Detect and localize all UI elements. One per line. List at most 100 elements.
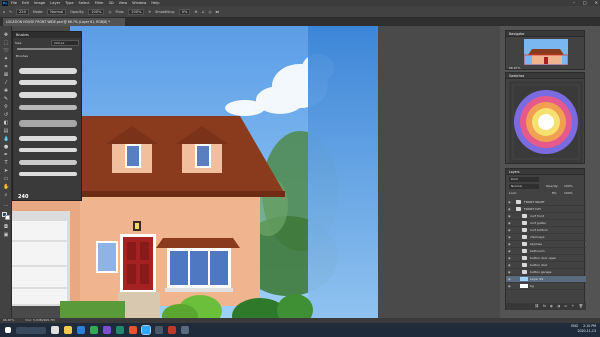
adjustment-layer-icon[interactable]: ◑ (557, 303, 560, 310)
visibility-eye-icon[interactable]: ◉ (508, 270, 512, 274)
layer-row[interactable]: ◉ button door open (506, 255, 586, 262)
brush-tool-icon[interactable]: ✎ (3, 96, 9, 102)
brush-preset-7[interactable] (19, 148, 77, 152)
quick-select-tool-icon[interactable]: ✦ (3, 56, 9, 62)
layer-row[interactable]: ◉ skylines (506, 241, 586, 248)
mode-select[interactable]: Normal (47, 8, 67, 15)
link-layers-icon[interactable]: ⛓ (535, 303, 539, 310)
layer-row[interactable]: ◉ button door (506, 262, 586, 269)
layer-row[interactable]: ◉ bg (506, 283, 586, 290)
brush-group-label[interactable]: Brushes (16, 54, 28, 58)
task-view-icon[interactable] (51, 326, 59, 334)
visibility-eye-icon[interactable]: ◉ (508, 200, 512, 204)
visibility-eye-icon[interactable]: ◉ (508, 256, 512, 260)
layer-row[interactable]: ◉ roof gutter (506, 220, 586, 227)
blend-mode-select[interactable]: Normal (509, 184, 539, 189)
menu-help[interactable]: Help (151, 1, 159, 5)
navigator-thumbnail[interactable] (524, 39, 568, 65)
brush-preset-5[interactable] (19, 120, 77, 127)
menu-edit[interactable]: Edit (22, 1, 29, 5)
add-mask-icon[interactable]: ◐ (550, 303, 553, 310)
brush-preset-2[interactable] (19, 80, 77, 85)
menu-image[interactable]: Image (34, 1, 45, 5)
blur-tool-icon[interactable]: 💧 (3, 136, 9, 142)
search-box[interactable] (16, 326, 46, 334)
pen-tool-icon[interactable]: ✒ (3, 152, 9, 158)
home-icon[interactable]: ⌂ (3, 10, 5, 14)
language-indicator[interactable]: ENG (571, 324, 578, 328)
airbrush-icon[interactable]: ✈ (148, 10, 151, 14)
chrome-icon[interactable] (90, 326, 98, 334)
type-tool-icon[interactable]: T (3, 160, 9, 166)
eyedropper-tool-icon[interactable]: ⁄ (3, 80, 9, 86)
brush-size-slider[interactable] (17, 48, 72, 50)
edge-icon[interactable] (77, 326, 85, 334)
smoothing-field[interactable]: 0% (178, 8, 191, 15)
layer-row[interactable]: ◉ button garage (506, 269, 586, 276)
brush-tool-icon[interactable]: ✎ (9, 10, 12, 14)
marquee-tool-icon[interactable]: ⬚ (3, 40, 9, 46)
layer-row[interactable]: ◉ chimneys (506, 234, 586, 241)
eraser-tool-icon[interactable]: ◧ (3, 120, 9, 126)
layer-row[interactable]: ◉ FRONT NIGHT (506, 199, 586, 206)
background-color-swatch[interactable] (5, 215, 10, 220)
delete-layer-icon[interactable]: 🗑 (579, 303, 583, 310)
pressure-opacity-icon[interactable]: ◎ (108, 10, 111, 14)
visibility-eye-icon[interactable]: ◉ (508, 263, 512, 267)
healing-tool-icon[interactable]: ✚ (3, 88, 9, 94)
clone-stamp-tool-icon[interactable]: ⚲ (3, 104, 9, 110)
menu-file[interactable]: File (11, 1, 17, 5)
visibility-eye-icon[interactable]: ◉ (508, 228, 512, 232)
brush-preset-1[interactable] (19, 68, 77, 74)
layer-row[interactable]: ◉ FRONT DAY (506, 206, 586, 213)
brush-preset-6[interactable] (19, 136, 77, 141)
brush-size-field[interactable]: 220 (16, 8, 29, 15)
layer-row[interactable]: ◉ roof bottom (506, 227, 586, 234)
brush-preset-3[interactable] (19, 92, 77, 98)
app-icon[interactable] (155, 326, 163, 334)
new-layer-icon[interactable]: ＋ (571, 303, 574, 310)
app-icon[interactable] (181, 326, 189, 334)
quick-mask-icon[interactable]: ◘ (3, 224, 9, 230)
start-menu-icon[interactable] (5, 327, 11, 333)
visibility-eye-icon[interactable]: ◉ (508, 242, 512, 246)
layer-style-icon[interactable]: fx (543, 303, 546, 310)
app-icon[interactable] (116, 326, 124, 334)
hand-tool-icon[interactable]: ✋ (3, 184, 9, 190)
zoom-tool-icon[interactable]: ⌕ (3, 192, 9, 198)
menu-layer[interactable]: Layer (50, 1, 60, 5)
new-group-icon[interactable]: ▭ (564, 303, 567, 310)
history-brush-tool-icon[interactable]: ↺ (3, 112, 9, 118)
photoshop-taskbar-icon[interactable] (141, 325, 151, 335)
menu-type[interactable]: Type (65, 1, 73, 5)
visibility-eye-icon[interactable]: ◉ (508, 249, 512, 253)
clock-date[interactable]: 2020-11-13 (577, 329, 596, 333)
app-icon[interactable] (103, 326, 111, 334)
visibility-eye-icon[interactable]: ◉ (508, 214, 512, 218)
path-select-tool-icon[interactable]: ➤ (3, 168, 9, 174)
move-tool-icon[interactable]: ✥ (3, 32, 9, 38)
visibility-eye-icon[interactable]: ◉ (508, 221, 512, 225)
file-explorer-icon[interactable] (64, 326, 72, 334)
brush-size-field[interactable]: 220 px (51, 40, 79, 46)
pressure-size-icon[interactable]: ◎ (209, 10, 212, 14)
shape-tool-icon[interactable]: ▭ (3, 176, 9, 182)
menu-select[interactable]: Select (79, 1, 90, 5)
menu-view[interactable]: View (119, 1, 128, 5)
opacity-field[interactable]: 100% (88, 8, 105, 15)
layer-fill-field[interactable]: 100% (564, 191, 573, 195)
gradient-tool-icon[interactable]: ▤ (3, 128, 9, 134)
smoothing-settings-icon[interactable]: ⚙ (194, 10, 197, 14)
document-tab[interactable]: LOCATION HOUSE FRONT WIDE.psd @ 66.7% (L… (3, 18, 125, 26)
photoshop-app-icon[interactable]: Ps (2, 0, 8, 6)
menu-3d[interactable]: 3D (109, 1, 114, 5)
visibility-eye-icon[interactable]: ◉ (508, 284, 512, 288)
layer-row[interactable]: ◉ bathroom (506, 248, 586, 255)
layer-row[interactable]: ◉ roof front (506, 213, 586, 220)
frame-tool-icon[interactable]: ⊠ (3, 72, 9, 78)
visibility-eye-icon[interactable]: ◉ (508, 277, 512, 281)
status-zoom[interactable]: 66.67% (3, 318, 14, 322)
navigator-zoom[interactable]: 66.67% (509, 66, 520, 70)
visibility-eye-icon[interactable]: ◉ (508, 207, 512, 211)
layer-opacity-field[interactable]: 100% (564, 184, 573, 188)
